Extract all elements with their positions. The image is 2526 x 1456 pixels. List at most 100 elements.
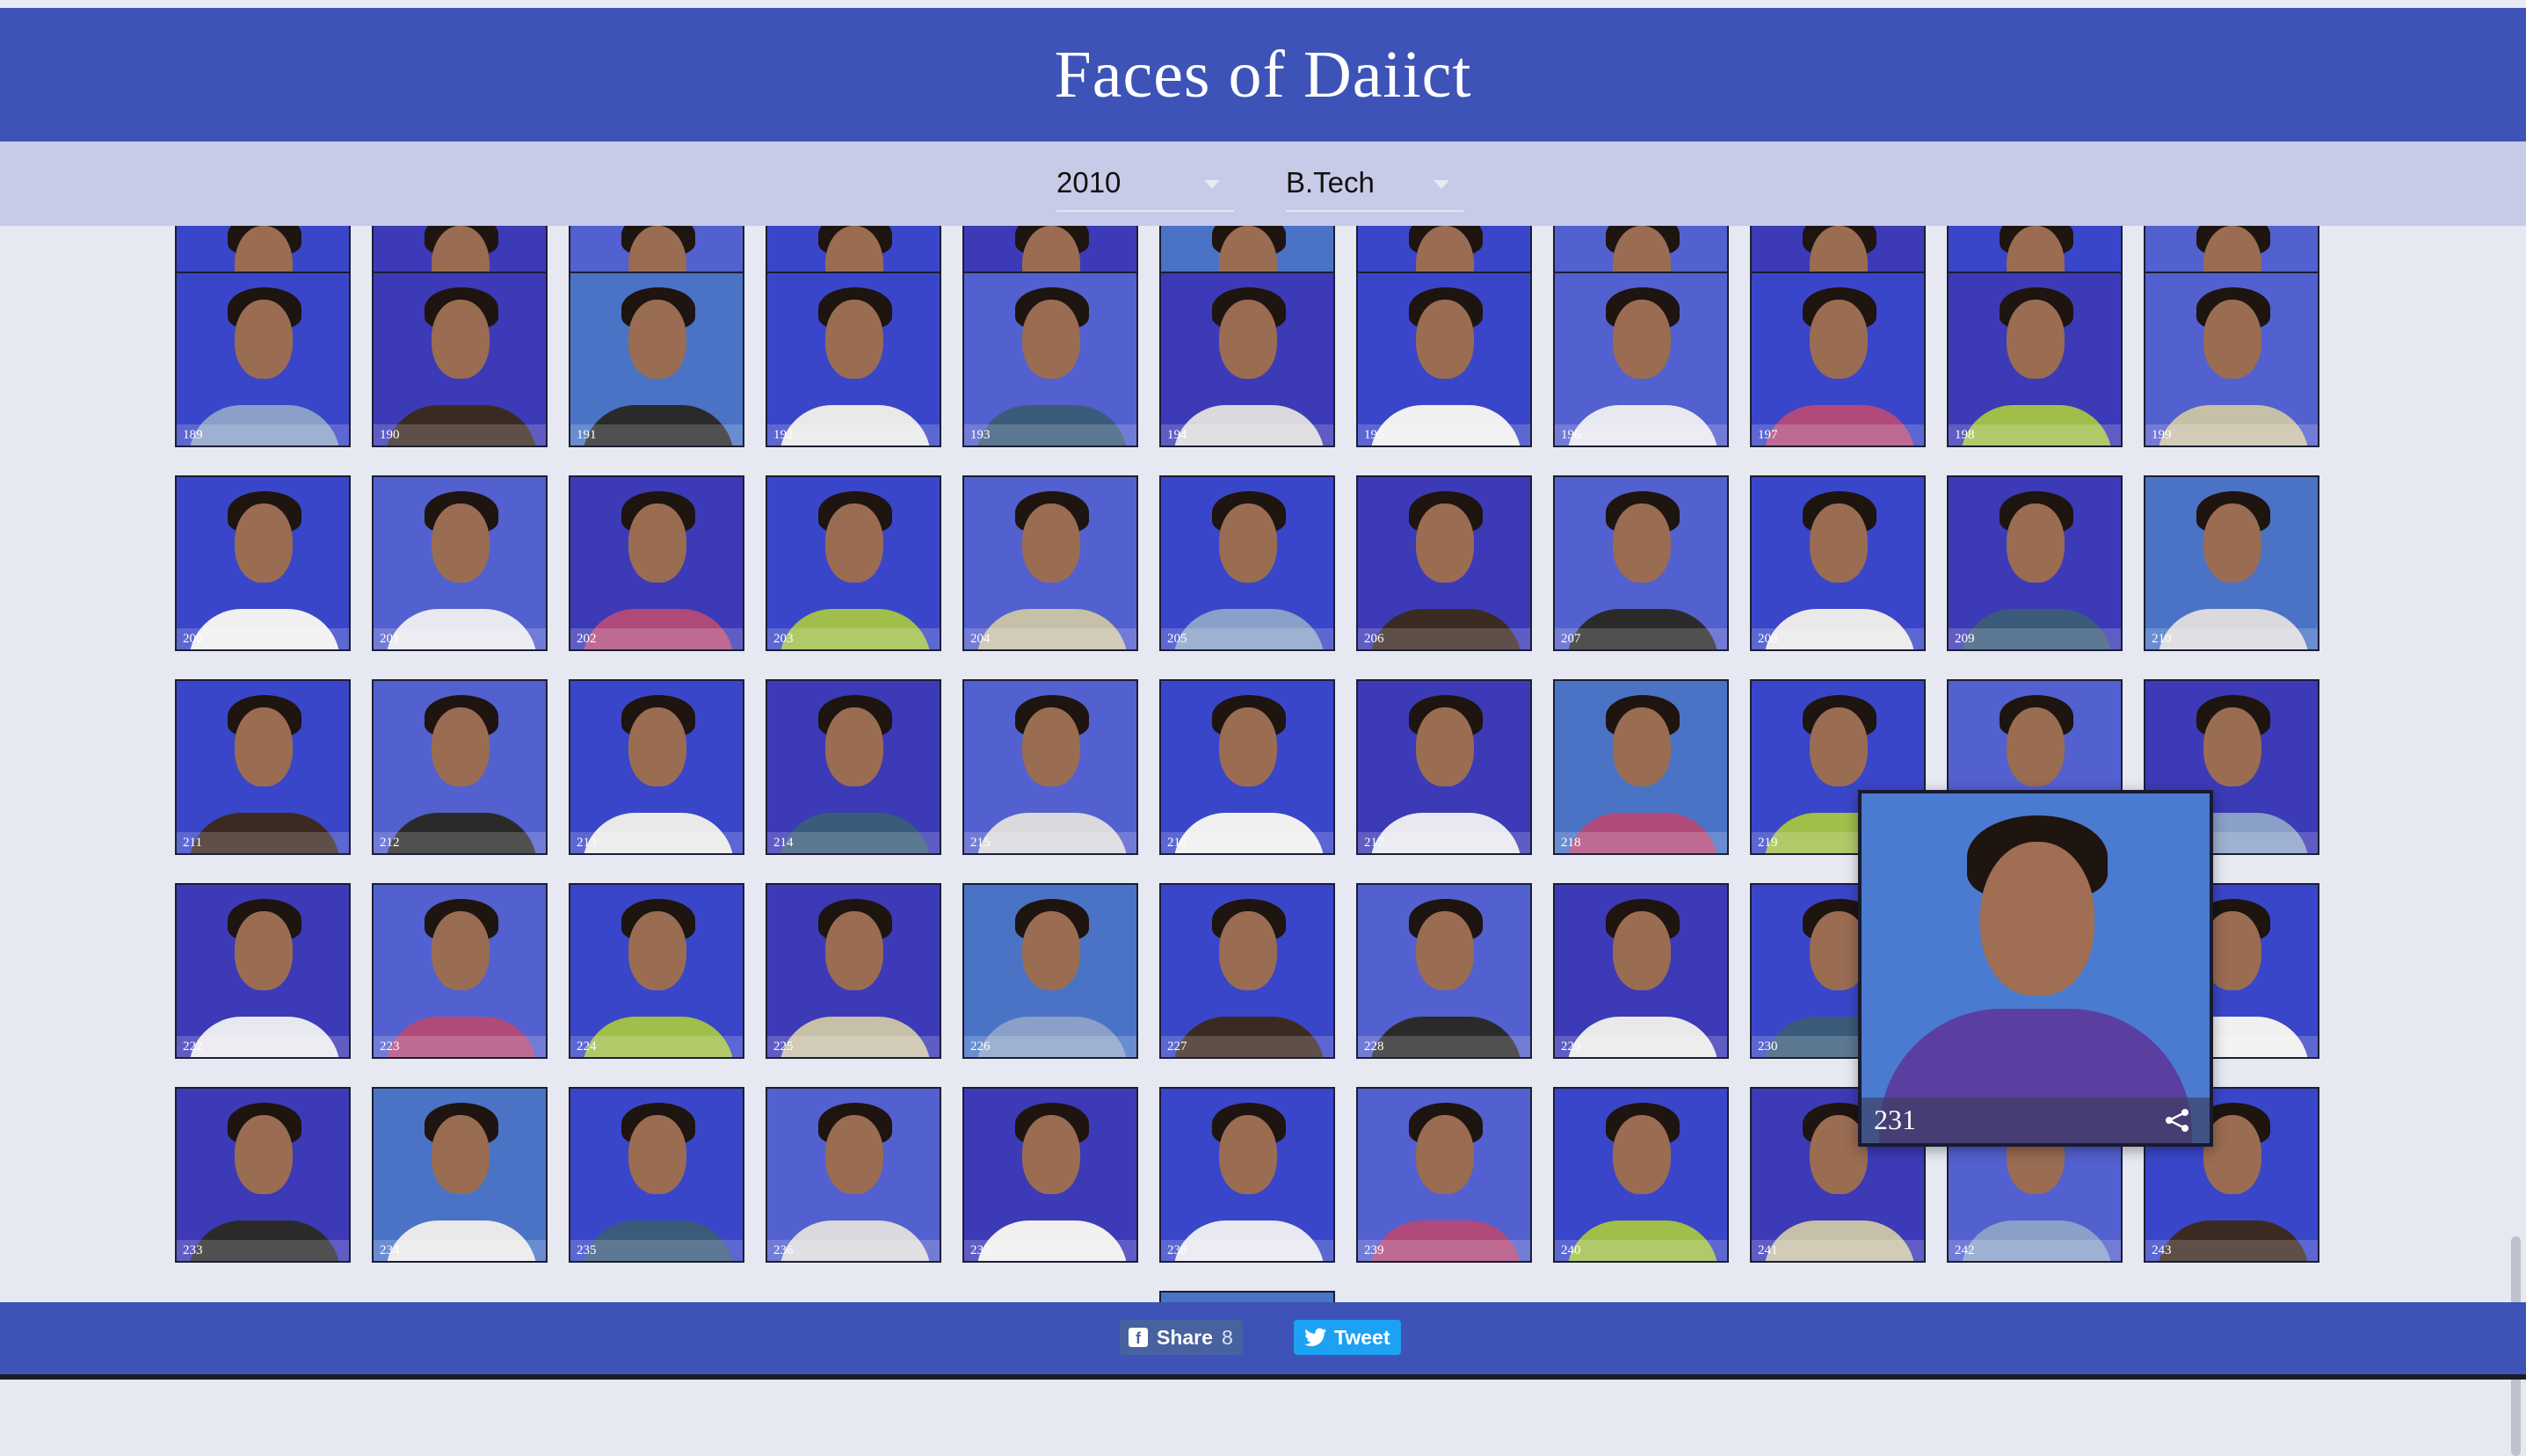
photo-tile[interactable]: 216 [1159,679,1335,855]
photo-tile[interactable]: 194 [1159,272,1335,447]
photo-tile[interactable]: 199 [2144,272,2319,447]
photo-tile[interactable]: 202 [569,475,744,651]
photo-tile[interactable]: 225 [766,883,941,1059]
chevron-down-icon [1434,180,1449,189]
photo-tile[interactable]: 224 [569,883,744,1059]
face [1219,911,1277,990]
photo-number: 233 [183,1243,203,1257]
share-label: Share [1157,1325,1213,1349]
photo-tile[interactable]: 233 [175,1087,351,1263]
photo-number: 194 [1167,428,1187,442]
photo-tile[interactable]: 211 [175,679,351,855]
photo-tile[interactable]: 193 [962,272,1138,447]
photo-tile[interactable]: 196 [1553,272,1729,447]
facebook-share-button[interactable]: f Share 8 [1120,1320,1243,1355]
photo-tile[interactable]: 238 [1159,1087,1335,1263]
face [235,503,293,583]
photo-tile[interactable]: 205 [1159,475,1335,651]
face [1416,911,1474,990]
photo-tile[interactable]: 240 [1553,1087,1729,1263]
photo-tile[interactable]: 208 [1750,475,1926,651]
face [235,300,293,379]
photo-tile[interactable]: 200 [175,475,351,651]
photo-tile[interactable]: 235 [569,1087,744,1263]
face [1022,1115,1080,1194]
photo-tile[interactable]: 207 [1553,475,1729,651]
photo-tile[interactable]: 222 [175,883,351,1059]
photo-number: 234 [380,1243,400,1257]
photo-number: 203 [773,632,794,646]
photo-tile[interactable]: 198 [1947,272,2123,447]
photo-tile[interactable]: 204 [962,475,1138,651]
photo-number: 198 [1955,428,1975,442]
face [432,707,490,786]
program-select[interactable]: B.Tech [1286,161,1463,212]
photo-tile[interactable]: 209 [1947,475,2123,651]
face [2203,707,2261,786]
photo-tile[interactable]: 189 [175,272,351,447]
photo-number: 214 [773,836,794,850]
photo-number: 199 [2152,428,2172,442]
photo-popup[interactable]: 231 [1858,790,2213,1147]
face [1219,503,1277,583]
photo-number: 216 [1167,836,1187,850]
face [825,911,883,990]
face [432,1115,490,1194]
photo-tile[interactable]: 236 [766,1087,941,1263]
photo-tile[interactable]: 218 [1553,679,1729,855]
tweet-label: Tweet [1334,1325,1390,1349]
photo-tile[interactable]: 227 [1159,883,1335,1059]
photo-tile[interactable]: 192 [766,272,941,447]
photo-number: 215 [970,836,991,850]
photo-tile[interactable]: 203 [766,475,941,651]
page-title: Faces of Daiict [1054,37,1472,112]
photo-number: 235 [577,1243,597,1257]
photo-tile[interactable]: 201 [372,475,548,651]
photo-number: 229 [1561,1039,1581,1054]
photo-tile[interactable]: 214 [766,679,941,855]
photo-tile[interactable]: 226 [962,883,1138,1059]
photo-tile[interactable]: 215 [962,679,1138,855]
year-select[interactable]: 2010 [1056,161,1234,212]
photo-tile[interactable]: 210 [2144,475,2319,651]
photo-number: 225 [773,1039,794,1054]
photo-number: 209 [1955,632,1975,646]
popup-number: 231 [1874,1104,1916,1135]
photo-tile[interactable]: 213 [569,679,744,855]
photo-number: 218 [1561,836,1581,850]
photo-number: 196 [1561,428,1581,442]
photo-tile[interactable]: 206 [1356,475,1532,651]
photo-number: 207 [1561,632,1581,646]
photo-tile[interactable]: 190 [372,272,548,447]
tweet-button[interactable]: Tweet [1294,1320,1401,1355]
photo-tile[interactable]: 228 [1356,883,1532,1059]
photo-number: 212 [380,836,400,850]
bottom-strip [0,1374,2526,1380]
photo-tile[interactable]: 195 [1356,272,1532,447]
photo-tile[interactable]: 191 [569,272,744,447]
photo-tile[interactable]: 197 [1750,272,1926,447]
photo-tile-partial[interactable] [1159,1291,1335,1302]
photo-tile[interactable]: 217 [1356,679,1532,855]
footer: f Share 8 Tweet [0,1302,2526,1374]
photo-tile[interactable]: 212 [372,679,548,855]
photo-number: 192 [773,428,794,442]
photo-tile[interactable]: 229 [1553,883,1729,1059]
face [1022,707,1080,786]
photo-number: 242 [1955,1243,1975,1257]
photo-number: 204 [970,632,991,646]
photo-tile[interactable]: 239 [1356,1087,1532,1263]
caption-strip [177,832,349,853]
photo-tile[interactable]: 234 [372,1087,548,1263]
face [2007,503,2065,583]
face [1810,300,1868,379]
photo-number: 208 [1758,632,1778,646]
photo-number: 222 [183,1039,203,1054]
photo-number: 239 [1364,1243,1384,1257]
face [1613,503,1671,583]
photo-tile[interactable]: 237 [962,1087,1138,1263]
scrollbar[interactable] [2507,226,2526,1456]
share-icon[interactable] [2164,1108,2190,1133]
face [1416,707,1474,786]
photo-tile[interactable]: 223 [372,883,548,1059]
